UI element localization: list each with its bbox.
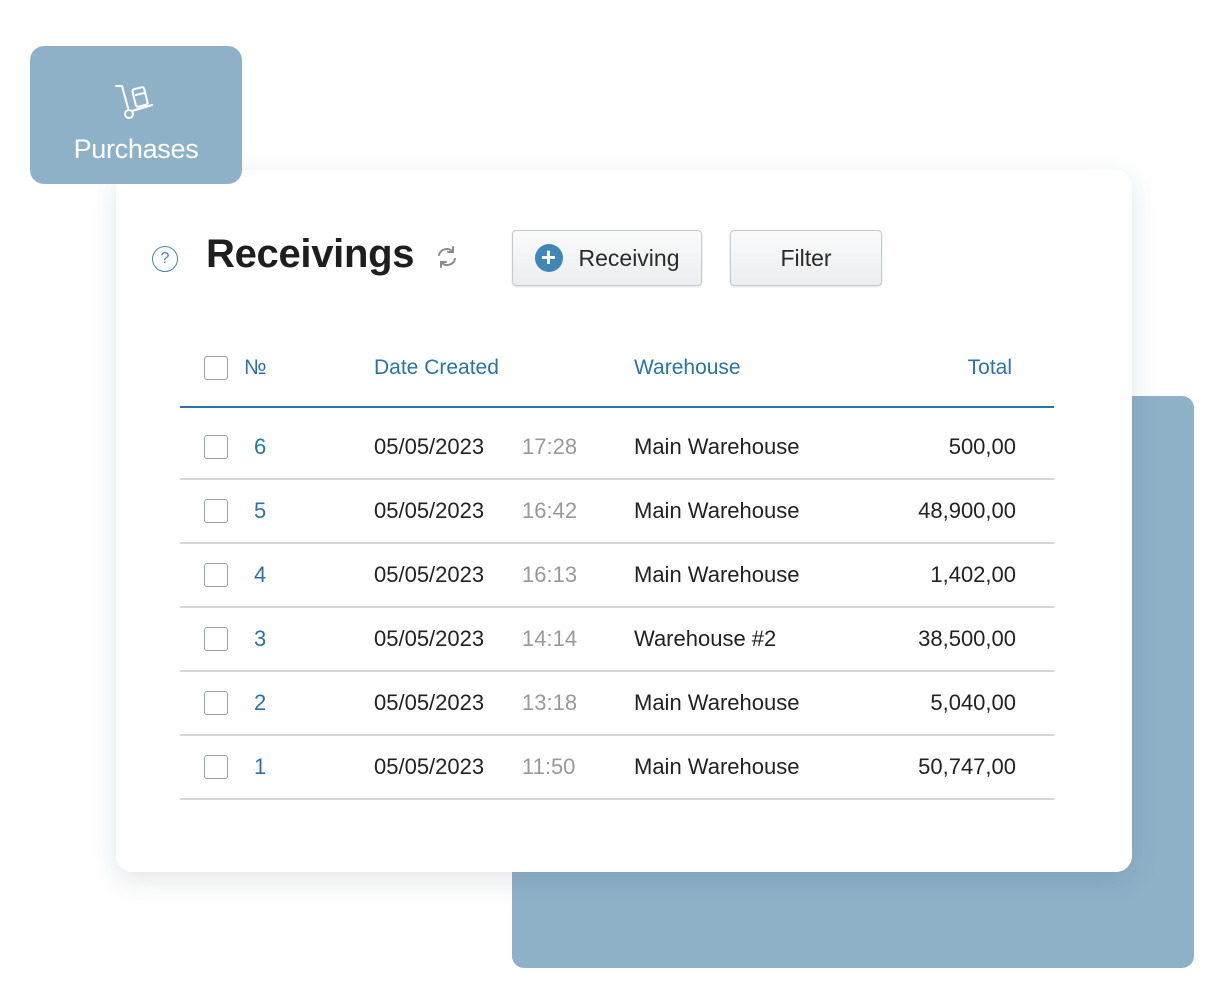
row-date: 05/05/2023 [374, 754, 485, 779]
row-number-link[interactable]: 4 [254, 562, 266, 588]
row-warehouse: Warehouse #2 [634, 626, 777, 651]
refresh-icon[interactable] [434, 244, 460, 270]
table-row[interactable]: 2 05/05/2023 13:18 Main Warehouse 5,040,… [180, 672, 1054, 736]
row-number-link[interactable]: 6 [254, 434, 266, 460]
filter-label: Filter [780, 244, 832, 271]
column-header-warehouse[interactable]: Warehouse [634, 356, 741, 380]
plus-circle-icon: + [534, 244, 563, 272]
nav-tab-purchases[interactable]: Purchases [30, 46, 242, 184]
help-icon[interactable]: ? [152, 246, 178, 272]
column-header-date-created[interactable]: Date Created [374, 356, 499, 380]
row-warehouse: Main Warehouse [634, 754, 800, 779]
row-total: 5,040,00 [930, 690, 1016, 715]
filter-button[interactable]: Filter [730, 230, 882, 286]
row-total: 500,00 [948, 434, 1016, 459]
column-header-number[interactable]: № [244, 356, 267, 380]
row-total: 48,900,00 [918, 498, 1016, 523]
row-number-link[interactable]: 2 [254, 690, 266, 716]
row-total: 1,402,00 [930, 562, 1016, 587]
row-date: 05/05/2023 [374, 562, 485, 587]
row-number-link[interactable]: 5 [254, 498, 266, 524]
row-date: 05/05/2023 [374, 434, 485, 459]
receivings-panel: ? Receivings + Receiving Filter № Date C… [116, 170, 1132, 872]
row-total: 50,747,00 [918, 754, 1016, 779]
row-warehouse: Main Warehouse [634, 690, 800, 715]
row-total: 38,500,00 [918, 626, 1016, 651]
row-checkbox[interactable] [204, 691, 228, 715]
add-receiving-label: Receiving [578, 244, 680, 271]
row-warehouse: Main Warehouse [634, 562, 800, 587]
table-row[interactable]: 1 05/05/2023 11:50 Main Warehouse 50,747… [180, 736, 1054, 800]
row-checkbox[interactable] [204, 435, 228, 459]
row-warehouse: Main Warehouse [634, 498, 800, 523]
table-row[interactable]: 5 05/05/2023 16:42 Main Warehouse 48,900… [180, 480, 1054, 544]
row-number-link[interactable]: 3 [254, 626, 266, 652]
header-divider [180, 406, 1054, 408]
row-time: 16:42 [522, 498, 578, 523]
table-row[interactable]: 6 05/05/2023 17:28 Main Warehouse 500,00 [180, 416, 1054, 480]
row-checkbox[interactable] [204, 755, 228, 779]
row-date: 05/05/2023 [374, 626, 485, 651]
row-time: 16:13 [522, 562, 578, 587]
row-time: 14:14 [522, 626, 578, 651]
nav-tab-label: Purchases [73, 134, 199, 164]
row-checkbox[interactable] [204, 499, 228, 523]
row-number-link[interactable]: 1 [254, 754, 266, 780]
table-row[interactable]: 3 05/05/2023 14:14 Warehouse #2 38,500,0… [180, 608, 1054, 672]
table-body: 6 05/05/2023 17:28 Main Warehouse 500,00… [180, 416, 1054, 800]
hand-truck-icon [115, 85, 153, 119]
row-time: 13:18 [522, 690, 578, 715]
add-receiving-button[interactable]: + Receiving [512, 230, 702, 286]
page-title: Receivings [206, 232, 415, 276]
table-header: № Date Created Warehouse Total [180, 338, 1054, 408]
stage: Purchases ? Receivings + Receiving Filte… [0, 0, 1220, 998]
row-checkbox[interactable] [204, 563, 228, 587]
row-time: 17:28 [522, 434, 578, 459]
row-checkbox[interactable] [204, 627, 228, 651]
row-date: 05/05/2023 [374, 498, 485, 523]
table-row[interactable]: 4 05/05/2023 16:13 Main Warehouse 1,402,… [180, 544, 1054, 608]
column-header-total[interactable]: Total [968, 356, 1012, 380]
row-warehouse: Main Warehouse [634, 434, 800, 459]
row-date: 05/05/2023 [374, 690, 485, 715]
select-all-checkbox[interactable] [204, 356, 228, 380]
row-time: 11:50 [522, 754, 576, 779]
